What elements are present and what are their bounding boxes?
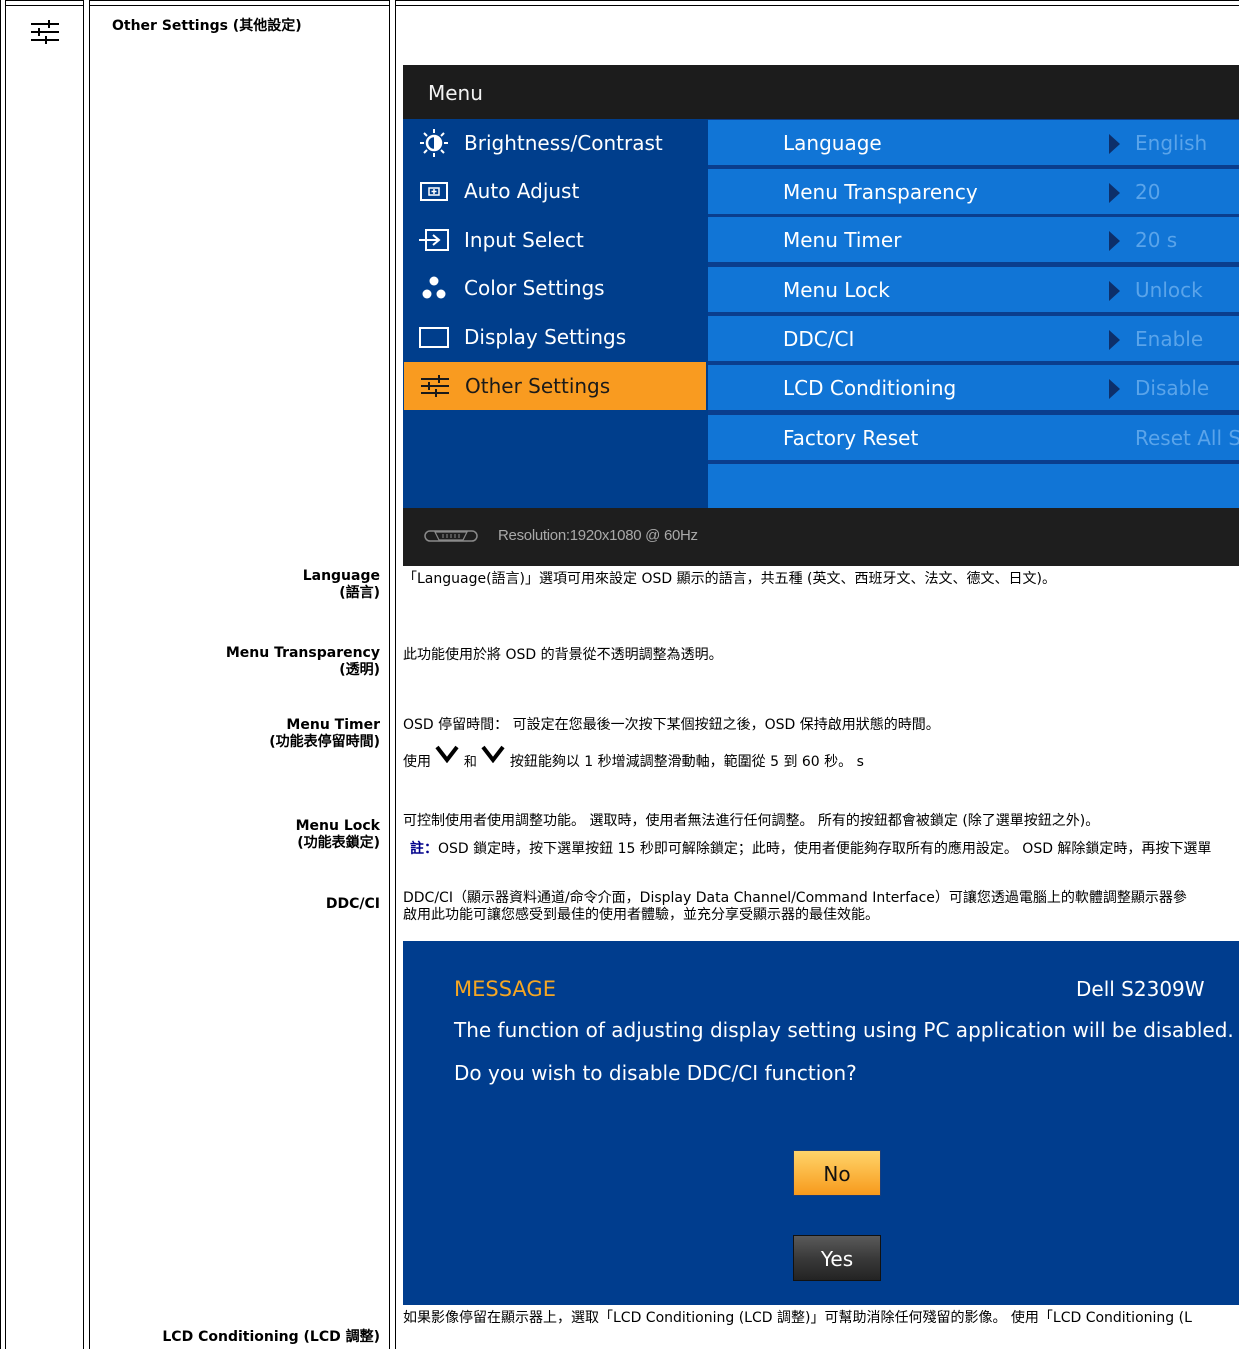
desc-language: 「Language(語言)」選項可用來設定 OSD 顯示的語言，共五種 (英文、… [403,571,1056,587]
arrow-right-icon [1109,281,1120,301]
display-settings-icon [419,327,449,348]
no-button[interactable]: No [793,1150,881,1196]
osd-row-language[interactable]: Language English [708,120,1239,165]
note-text: OSD 鎖定時，按下選單按鈕 15 秒即可解除鎖定；此時，使用者便能夠存取所有的… [438,841,1212,857]
label-transparency-zh: (透明) [339,662,380,678]
osd-row-empty [708,464,1239,508]
osd-row-ddc-ci[interactable]: DDC/CI Enable [708,316,1239,361]
osd-item-label: Auto Adjust [464,179,580,203]
dialog-line-1: The function of adjusting display settin… [454,1018,1234,1042]
dialog-title: MESSAGE [454,977,556,1001]
auto-adjust-icon [420,182,448,201]
label-language-zh: (語言) [339,585,380,601]
section-title: Other Settings (其他設定) [112,18,302,34]
osd-row-value: 20 s [1135,228,1178,252]
osd-item-label: Display Settings [464,325,627,349]
arrow-right-icon [1109,134,1120,154]
desc-menu-timer-buttons: 使用 和 按鈕能夠以 1 秒增減調整滑動軸，範圍從 5 到 60 秒。 s [403,745,864,778]
osd-item-brightness-contrast[interactable]: Brightness/Contrast [403,119,707,167]
desc-ddc-ci-2: 啟用此功能可讓您感受到最佳的使用者體驗，並充分享受顯示器的最佳效能。 [403,907,879,923]
osd-row-label: Menu Timer [783,228,902,252]
osd-menu-screenshot: Menu Brightness/Contrast Auto Adjust Inp… [403,65,1239,566]
osd-row-label: LCD Conditioning [783,376,957,400]
label-menu-timer: Menu Timer (功能表停留時間) [269,717,380,751]
desc-menu-lock: 可控制使用者使用調整功能。 選取時，使用者無法進行任何調整。 所有的按鈕都會被鎖… [403,813,1100,829]
osd-item-label: Brightness/Contrast [464,131,663,155]
osd-row-label: Language [783,131,882,155]
label-lock-en: Menu Lock [295,818,380,834]
dialog-model: Dell S2309W [1076,977,1205,1001]
input-select-icon [419,229,449,251]
osd-submenu: Language English Menu Transparency 20 Me… [708,119,1239,508]
yes-button[interactable]: Yes [793,1235,881,1281]
label-lock-zh: (功能表鎖定) [297,835,380,851]
dialog-line-2: Do you wish to disable DDC/CI function? [454,1061,857,1085]
osd-row-value: Unlock [1135,278,1203,302]
table-top-border [0,0,1239,6]
arrow-right-icon [1109,330,1120,350]
osd-footer: Resolution:1920x1080 @ 60Hz [403,508,1239,566]
label-menu-lock: Menu Lock (功能表鎖定) [296,818,380,852]
desc-ddc-ci-1: DDC/CI（顯示器資料通道/命令介面，Display Data Channel… [403,890,1187,906]
osd-row-value: 20 [1135,180,1161,204]
label-ddc-ci: DDC/CI [325,896,380,912]
ddc-ci-message-dialog: MESSAGE Dell S2309W The function of adju… [403,941,1239,1305]
desc-timer-use: 使用 [403,754,431,770]
osd-row-menu-transparency[interactable]: Menu Transparency 20 [708,169,1239,214]
osd-item-label: Other Settings [465,374,611,398]
osd-item-display-settings[interactable]: Display Settings [403,313,707,361]
arrow-right-icon [1109,231,1120,251]
desc-menu-transparency: 此功能使用於將 OSD 的背景從不透明調整為透明。 [403,647,723,663]
arrow-right-icon [1109,183,1120,203]
brightness-icon [420,129,448,157]
label-timer-zh: (功能表停留時間) [269,734,380,750]
osd-row-label: Factory Reset [783,426,919,450]
osd-row-value: Enable [1135,327,1204,351]
column-divider-1 [83,0,90,1349]
osd-item-input-select[interactable]: Input Select [403,216,707,264]
osd-item-auto-adjust[interactable]: Auto Adjust [403,167,707,215]
osd-row-value: Disable [1135,376,1210,400]
osd-row-factory-reset[interactable]: Factory Reset Reset All S [708,415,1239,460]
note-label: 註： [410,841,438,857]
desc-menu-timer: OSD 停留時間： 可設定在您最後一次按下某個按鈕之後，OSD 保持啟用狀態的時… [403,717,940,733]
osd-item-other-settings[interactable]: Other Settings [404,362,706,410]
osd-title: Menu [428,81,483,105]
osd-row-lcd-conditioning[interactable]: LCD Conditioning Disable [708,365,1239,410]
label-language-en: Language [302,568,380,584]
osd-resolution: Resolution:1920x1080 @ 60Hz [498,527,698,544]
osd-item-label: Input Select [464,228,584,252]
osd-header: Menu [403,65,1239,119]
label-language: Language (語言) [303,568,380,602]
osd-item-label: Color Settings [464,276,605,300]
vga-connector-icon [424,530,478,542]
sliders-icon [31,20,59,44]
osd-row-menu-timer[interactable]: Menu Timer 20 s [708,217,1239,262]
desc-timer-and: 和 [463,755,477,770]
desc-timer-range: 按鈕能夠以 1 秒增減調整滑動軸，範圍從 5 到 60 秒。 s [509,754,864,770]
note-menu-lock: 註：OSD 鎖定時，按下選單按鈕 15 秒即可解除鎖定；此時，使用者便能夠存取所… [410,841,1211,858]
osd-row-label: Menu Lock [783,278,890,302]
osd-row-label: DDC/CI [783,327,855,351]
other-settings-icon [421,375,449,397]
arrow-right-icon [1109,379,1120,399]
osd-main-menu: Brightness/Contrast Auto Adjust Input Se… [403,119,707,508]
osd-row-label: Menu Transparency [783,180,978,204]
osd-row-menu-lock[interactable]: Menu Lock Unlock [708,267,1239,312]
table-left-border [0,0,6,1349]
label-timer-en: Menu Timer [286,717,380,733]
column-divider-2 [389,0,396,1349]
osd-item-color-settings[interactable]: Color Settings [403,264,707,312]
label-lcd-conditioning: LCD Conditioning (LCD 調整) [162,1329,380,1345]
osd-row-value: English [1135,131,1208,155]
color-settings-icon [422,276,446,299]
desc-lcd-conditioning: 如果影像停留在顯示器上，選取「LCD Conditioning (LCD 調整)… [403,1310,1192,1326]
label-menu-transparency: Menu Transparency (透明) [226,645,380,679]
osd-row-value: Reset All S [1135,426,1239,450]
label-transparency-en: Menu Transparency [225,645,380,661]
chevron-down-icon [435,745,460,764]
chevron-down-icon [481,745,505,764]
